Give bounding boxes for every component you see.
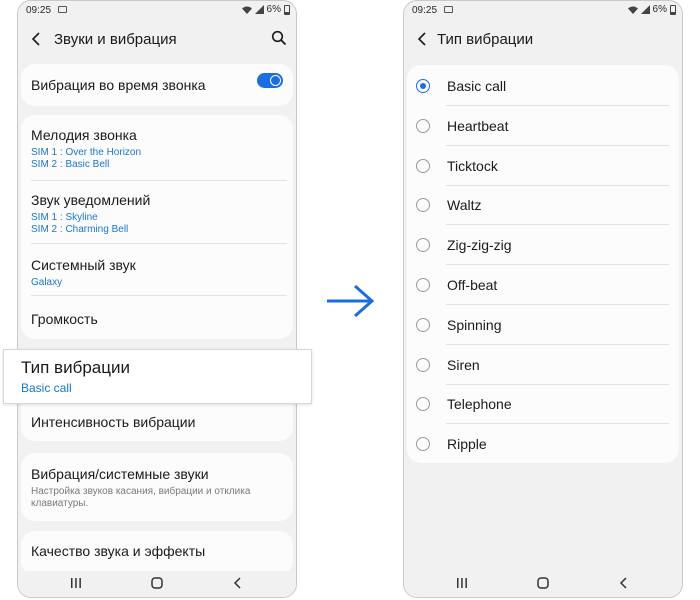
status-bar: 09:25 6% bbox=[18, 1, 296, 21]
wifi-icon bbox=[241, 6, 252, 14]
vibration-system-sounds-card[interactable]: Вибрация/системные звуки Настройка звуко… bbox=[21, 453, 293, 521]
vibration-system-sounds-label: Вибрация/системные звуки bbox=[31, 466, 209, 482]
navigation-bar bbox=[18, 571, 296, 597]
recent-apps-icon[interactable] bbox=[70, 577, 82, 589]
vibrate-while-ringing-label: Вибрация во время звонка bbox=[31, 77, 206, 93]
page-title: Звуки и вибрация bbox=[54, 31, 177, 48]
battery-percent: 6% bbox=[652, 4, 667, 15]
app-bar: Тип вибрации bbox=[404, 23, 682, 55]
sound-settings-card: Мелодия звонка SIM 1 : Over the Horizon … bbox=[21, 115, 293, 339]
vibration-pattern-item[interactable]: Тип вибрации Basic call bbox=[3, 349, 312, 404]
vibration-option-label: Heartbeat bbox=[447, 117, 509, 134]
status-time: 09:25 bbox=[412, 5, 438, 16]
notification-sound-label: Звук уведомлений bbox=[31, 192, 151, 208]
back-arrow-icon[interactable] bbox=[414, 30, 432, 48]
app-bar: Звуки и вибрация bbox=[18, 23, 296, 55]
back-arrow-icon[interactable] bbox=[28, 30, 46, 48]
vibration-option-item[interactable]: Waltz bbox=[407, 185, 679, 225]
volume-item[interactable]: Громкость bbox=[31, 311, 283, 327]
vibration-option-label: Zig-zig-zig bbox=[447, 237, 512, 254]
vibration-option-item[interactable]: Basic call bbox=[407, 66, 679, 106]
back-nav-icon[interactable] bbox=[618, 577, 630, 589]
ringtone-sim1: SIM 1 : Over the Horizon bbox=[31, 147, 142, 158]
ringtone-label: Мелодия звонка bbox=[31, 127, 137, 143]
divider bbox=[31, 243, 287, 244]
vibration-system-sounds-item[interactable]: Вибрация/системные звуки Настройка звуко… bbox=[31, 466, 283, 510]
notification-sound-sim1: SIM 1 : Skyline bbox=[31, 212, 98, 223]
radio-button[interactable] bbox=[416, 79, 430, 93]
search-icon[interactable] bbox=[271, 30, 287, 46]
ringtone-item[interactable]: Мелодия звонка SIM 1 : Over the Horizon … bbox=[31, 127, 283, 171]
vibration-option-item[interactable]: Spinning bbox=[407, 305, 679, 345]
radio-button[interactable] bbox=[416, 437, 430, 452]
wifi-icon bbox=[627, 6, 638, 14]
sound-quality-card[interactable]: Качество звука и эффекты bbox=[21, 531, 293, 575]
vibration-option-item[interactable]: Ticktock bbox=[407, 146, 679, 186]
vibration-pattern-screen: 09:25 6% Тип вибрации Basic call Heartbea… bbox=[403, 0, 683, 598]
vibration-intensity-item[interactable]: Интенсивность вибрации bbox=[31, 414, 283, 430]
sound-quality-label: Качество звука и эффекты bbox=[31, 543, 206, 559]
system-sound-label: Системный звук bbox=[31, 257, 136, 273]
signal-icon bbox=[254, 5, 264, 14]
divider bbox=[31, 295, 287, 296]
vibration-options-list: Basic call Heartbeat Ticktock Waltz Zig-zig-… bbox=[407, 65, 679, 463]
system-sound-item[interactable]: Системный звук Galaxy bbox=[31, 257, 283, 289]
navigation-bar bbox=[404, 571, 682, 597]
vibration-intensity-label: Интенсивность вибрации bbox=[31, 414, 196, 430]
battery-percent: 6% bbox=[266, 4, 281, 15]
radio-button[interactable] bbox=[416, 118, 430, 133]
arrow-right-icon bbox=[327, 284, 375, 318]
settings-screen-sounds: 09:25 6% Звуки и вибрация Вибрация во вр… bbox=[17, 0, 297, 598]
home-icon[interactable] bbox=[537, 577, 549, 589]
vibration-option-label: Waltz bbox=[447, 197, 482, 214]
status-bar: 09:25 6% bbox=[404, 1, 682, 21]
vibration-option-item[interactable]: Off-beat bbox=[407, 265, 679, 305]
notification-sound-item[interactable]: Звук уведомлений SIM 1 : Skyline SIM 2 :… bbox=[31, 192, 283, 236]
battery-icon bbox=[670, 4, 676, 15]
vibration-system-sounds-desc-2: клавиатуры. bbox=[31, 498, 89, 509]
vibration-pattern-label: Тип вибрации bbox=[21, 358, 130, 377]
radio-button[interactable] bbox=[416, 198, 430, 213]
battery-icon bbox=[284, 4, 290, 15]
vibrate-while-ringing-card[interactable]: Вибрация во время звонка bbox=[21, 64, 293, 106]
notification-sound-sim2: SIM 2 : Charming Bell bbox=[31, 224, 129, 235]
vibration-option-item[interactable]: Siren bbox=[407, 345, 679, 385]
vibration-option-label: Ripple bbox=[447, 436, 487, 453]
vibration-option-label: Siren bbox=[447, 356, 480, 373]
vibration-option-item[interactable]: Zig-zig-zig bbox=[407, 225, 679, 265]
vibration-system-sounds-desc-1: Настройка звуков касания, вибрации и отк… bbox=[31, 486, 251, 497]
recent-apps-icon[interactable] bbox=[456, 577, 468, 589]
radio-button[interactable] bbox=[416, 158, 430, 173]
vibration-option-item[interactable]: Ripple bbox=[407, 424, 679, 464]
radio-button[interactable] bbox=[416, 278, 430, 292]
radio-button[interactable] bbox=[416, 238, 430, 253]
page-title: Тип вибрации bbox=[437, 31, 534, 48]
volume-label: Громкость bbox=[31, 311, 98, 327]
vibration-option-label: Ticktock bbox=[447, 157, 498, 174]
radio-button[interactable] bbox=[416, 317, 430, 332]
vibration-option-label: Off-beat bbox=[447, 277, 498, 293]
system-sound-value: Galaxy bbox=[31, 277, 63, 288]
signal-icon bbox=[640, 5, 650, 14]
gallery-notification-icon bbox=[58, 6, 67, 13]
radio-button[interactable] bbox=[416, 397, 430, 412]
radio-button[interactable] bbox=[416, 357, 430, 372]
vibration-option-label: Telephone bbox=[447, 396, 512, 413]
vibration-option-item[interactable]: Telephone bbox=[407, 384, 679, 424]
vibration-option-label: Basic call bbox=[447, 78, 507, 94]
vibration-pattern-value: Basic call bbox=[21, 381, 72, 395]
vibrate-while-ringing-toggle[interactable] bbox=[257, 73, 283, 88]
gallery-notification-icon bbox=[444, 6, 453, 13]
vibration-option-item[interactable]: Heartbeat bbox=[407, 106, 679, 146]
vibration-option-label: Spinning bbox=[447, 316, 502, 333]
ringtone-sim2: SIM 2 : Basic Bell bbox=[31, 159, 110, 170]
home-icon[interactable] bbox=[151, 577, 163, 589]
status-time: 09:25 bbox=[26, 5, 52, 16]
divider bbox=[31, 180, 287, 181]
back-nav-icon[interactable] bbox=[232, 577, 244, 589]
